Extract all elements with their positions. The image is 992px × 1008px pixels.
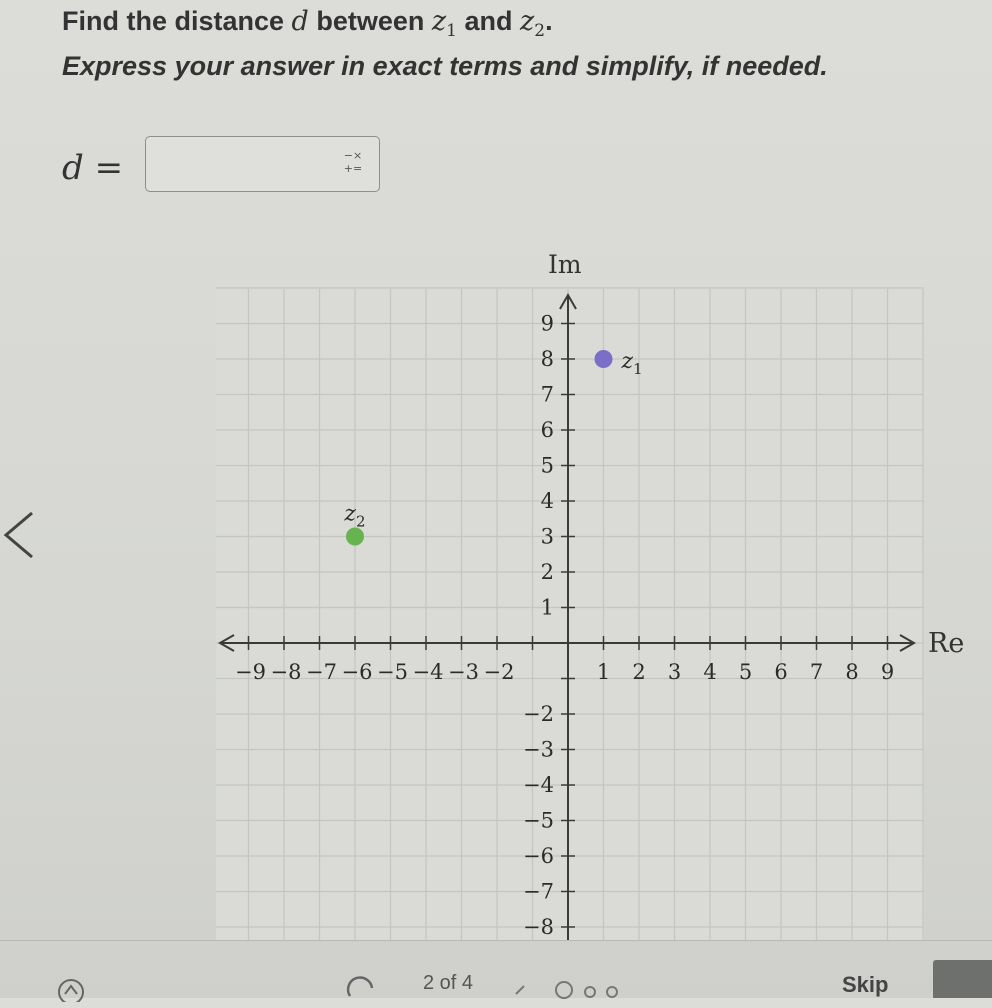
x-tick-label: 7 xyxy=(810,660,823,684)
progress-text: 2 of 4 xyxy=(423,972,474,994)
x-tick-label: −2 xyxy=(484,660,515,684)
x-tick-label: −5 xyxy=(377,660,408,684)
next-button[interactable] xyxy=(933,960,992,998)
y-tick-label: −6 xyxy=(523,844,554,868)
y-tick-label: −4 xyxy=(523,773,554,797)
y-tick-label: 7 xyxy=(541,383,554,407)
x-tick-label: −7 xyxy=(306,660,337,684)
x-tick-label: −9 xyxy=(235,660,266,684)
x-tick-label: 5 xyxy=(739,660,752,684)
y-tick-label: 3 xyxy=(541,525,554,549)
x-tick-label: 6 xyxy=(774,660,787,684)
y-tick-label: −3 xyxy=(523,738,554,762)
x-tick-label: −8 xyxy=(271,660,302,684)
footer-divider xyxy=(0,940,992,941)
x-tick-label: −4 xyxy=(413,660,444,684)
y-tick-label: −5 xyxy=(523,809,554,833)
x-tick-label: −6 xyxy=(342,660,373,684)
skip-button[interactable]: Skip xyxy=(842,972,888,998)
y-tick-label: 2 xyxy=(541,560,554,584)
y-tick-label: −7 xyxy=(523,880,554,904)
y-tick-label: 5 xyxy=(541,454,554,478)
redo-icon[interactable] xyxy=(344,972,380,1008)
grid-background xyxy=(216,289,924,940)
x-tick-label: 3 xyxy=(668,660,681,684)
y-tick-label: −2 xyxy=(523,702,554,726)
y-tick-label: 8 xyxy=(541,347,554,371)
y-tick-label: 4 xyxy=(541,489,554,513)
y-tick-label: 6 xyxy=(541,418,554,442)
x-tick-label: 2 xyxy=(632,660,645,684)
hint-icon[interactable] xyxy=(54,972,88,1008)
x-tick-label: 1 xyxy=(597,660,610,684)
x-tick-label: 9 xyxy=(881,660,894,684)
y-tick-label: −8 xyxy=(523,915,554,939)
x-tick-label: −3 xyxy=(448,660,479,684)
y-tick-label: 9 xyxy=(541,312,554,336)
progress-dots-icon xyxy=(508,972,628,1008)
complex-plane-graph: −9 −8 −7 −6 −5 −4 −3 −2 1 2 3 4 5 6 7 8 9987654321−2−3−4… xyxy=(216,287,924,940)
x-tick-label: 4 xyxy=(703,660,716,684)
y-tick-label: 1 xyxy=(541,596,554,620)
x-tick-label: 8 xyxy=(845,660,858,684)
point-z1 xyxy=(594,350,613,368)
